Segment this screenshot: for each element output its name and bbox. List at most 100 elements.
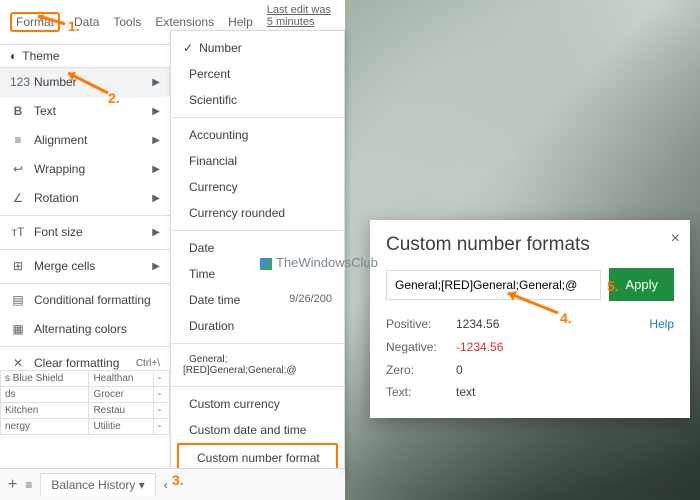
menu-alternating[interactable]: ▦ Alternating colors	[0, 315, 170, 344]
annotation-5: 5.	[607, 278, 619, 294]
chevron-right-icon: ▶	[152, 77, 160, 88]
menu-wrapping[interactable]: ↩ Wrapping ▶	[0, 155, 170, 184]
sub-percent-label: Percent	[189, 67, 230, 81]
menu-extensions[interactable]: Extensions	[155, 15, 214, 29]
sub-accounting-label: Accounting	[189, 128, 248, 142]
menu-merge[interactable]: ⊞ Merge cells ▶	[0, 252, 170, 281]
negative-value: -1234.56	[456, 340, 503, 354]
table-row[interactable]: nergyUtilitie-	[1, 419, 170, 435]
negative-label: Negative:	[386, 336, 456, 359]
sub-general-sample[interactable]: General;[RED]General;General;@	[171, 348, 344, 382]
alternating-icon: ▦	[10, 322, 26, 336]
chevron-right-icon: ▶	[152, 106, 160, 117]
chevron-left-icon[interactable]: ‹	[164, 478, 168, 492]
sub-number-label: Number	[199, 41, 242, 55]
annotation-4: 4.	[560, 310, 572, 326]
sub-customcur-label: Custom currency	[189, 397, 280, 411]
menu-help[interactable]: Help	[228, 15, 253, 29]
sheet-tab[interactable]: Balance History ▾	[40, 473, 155, 496]
bold-icon: B	[10, 104, 26, 118]
chevron-right-icon: ▶	[152, 164, 160, 175]
sub-financial-label: Financial	[189, 154, 237, 168]
menu-fontsize[interactable]: тT Font size ▶	[0, 218, 170, 247]
sub-currency-label: Currency	[189, 180, 238, 194]
menu-fontsize-label: Font size	[34, 225, 152, 239]
chevron-right-icon: ▶	[152, 193, 160, 204]
custom-number-dialog: × Custom number formats Apply Positive:1…	[370, 220, 690, 418]
sub-datetime-value: 9/26/200	[289, 293, 332, 307]
number-submenu: ✓ Number Percent Scientific Accounting Fi…	[170, 30, 345, 478]
arrow-icon	[60, 68, 115, 98]
text-label: Text:	[386, 381, 456, 404]
apply-button[interactable]: Apply	[609, 268, 674, 301]
sub-datetime-label: Date time	[189, 293, 240, 307]
chevron-right-icon: ▶	[152, 261, 160, 272]
table-row[interactable]: s Blue ShieldHealthan-	[1, 371, 170, 387]
conditional-icon: ▤	[10, 293, 26, 307]
rotation-icon: ∠	[10, 191, 26, 205]
sub-currency-rounded[interactable]: Currency rounded	[171, 200, 344, 226]
menu-alignment-label: Alignment	[34, 133, 152, 147]
annotation-3: 3.	[172, 472, 184, 488]
clear-shortcut: Ctrl+\	[136, 358, 160, 369]
menu-text[interactable]: B Text ▶	[0, 97, 170, 126]
watermark: TheWindowsClub	[260, 255, 378, 270]
sub-duration-label: Duration	[189, 319, 234, 333]
sub-customdt-label: Custom date and time	[189, 423, 306, 437]
clear-icon: ✕	[10, 356, 26, 370]
menu-merge-label: Merge cells	[34, 259, 152, 273]
wrap-icon: ↩	[10, 162, 26, 176]
number-icon: 123	[10, 75, 26, 89]
annotation-1: 1.	[68, 18, 80, 34]
spreadsheet-cells: s Blue ShieldHealthan- dsGrocer- Kitchen…	[0, 370, 170, 435]
chevron-right-icon: ▶	[152, 135, 160, 146]
menu-conditional-label: Conditional formatting	[34, 293, 160, 307]
format-menu: 123 Number ▶ B Text ▶ ≡ Alignment ▶ ↩ Wr…	[0, 68, 170, 378]
sub-date-label: Date	[189, 241, 214, 255]
menu-wrapping-label: Wrapping	[34, 162, 152, 176]
all-sheets-button[interactable]: ≡	[25, 478, 32, 492]
menu-text-label: Text	[34, 104, 152, 118]
sub-accounting[interactable]: Accounting	[171, 122, 344, 148]
table-row[interactable]: dsGrocer-	[1, 387, 170, 403]
menu-alternating-label: Alternating colors	[34, 322, 160, 336]
menu-conditional[interactable]: ▤ Conditional formatting	[0, 286, 170, 315]
sub-datetime[interactable]: Date time 9/26/200	[171, 287, 344, 313]
help-link[interactable]: Help	[649, 313, 674, 336]
zero-value: 0	[456, 363, 463, 377]
menu-alignment[interactable]: ≡ Alignment ▶	[0, 126, 170, 155]
sub-percent[interactable]: Percent	[171, 61, 344, 87]
sub-scientific[interactable]: Scientific	[171, 87, 344, 113]
sub-custom-currency[interactable]: Custom currency	[171, 391, 344, 417]
sub-duration[interactable]: Duration	[171, 313, 344, 339]
positive-value: 1234.56	[456, 317, 499, 331]
sub-scientific-label: Scientific	[189, 93, 237, 107]
theme-label[interactable]: Theme	[22, 49, 59, 63]
menu-rotation[interactable]: ∠ Rotation ▶	[0, 184, 170, 213]
source-watermark: wsxdn.com	[646, 485, 696, 496]
format-preview: Positive:1234.56 Help Negative:-1234.56 …	[386, 313, 674, 404]
format-input[interactable]	[386, 270, 601, 300]
sub-number[interactable]: ✓ Number	[171, 35, 344, 61]
sub-currency[interactable]: Currency	[171, 174, 344, 200]
menu-tools[interactable]: Tools	[113, 15, 141, 29]
check-icon: ✓	[183, 41, 193, 55]
table-row[interactable]: KitchenRestau-	[1, 403, 170, 419]
theme-icon: ◐	[10, 49, 17, 63]
close-button[interactable]: ×	[671, 230, 680, 248]
text-value: text	[456, 385, 475, 399]
sub-customnum-label: Custom number format	[197, 451, 320, 465]
sub-financial[interactable]: Financial	[171, 148, 344, 174]
arrow-icon	[30, 12, 70, 32]
arrow-icon	[500, 288, 565, 318]
chevron-right-icon: ▶	[152, 227, 160, 238]
zero-label: Zero:	[386, 359, 456, 382]
dialog-title: Custom number formats	[386, 234, 674, 256]
merge-icon: ⊞	[10, 259, 26, 273]
sub-custom-datetime[interactable]: Custom date and time	[171, 417, 344, 443]
sub-currencyr-label: Currency rounded	[189, 206, 285, 220]
align-icon: ≡	[10, 133, 26, 147]
sub-time-label: Time	[189, 267, 215, 281]
sub-gensample-label: General;[RED]General;General;@	[183, 354, 297, 376]
add-sheet-button[interactable]: +	[8, 476, 17, 494]
